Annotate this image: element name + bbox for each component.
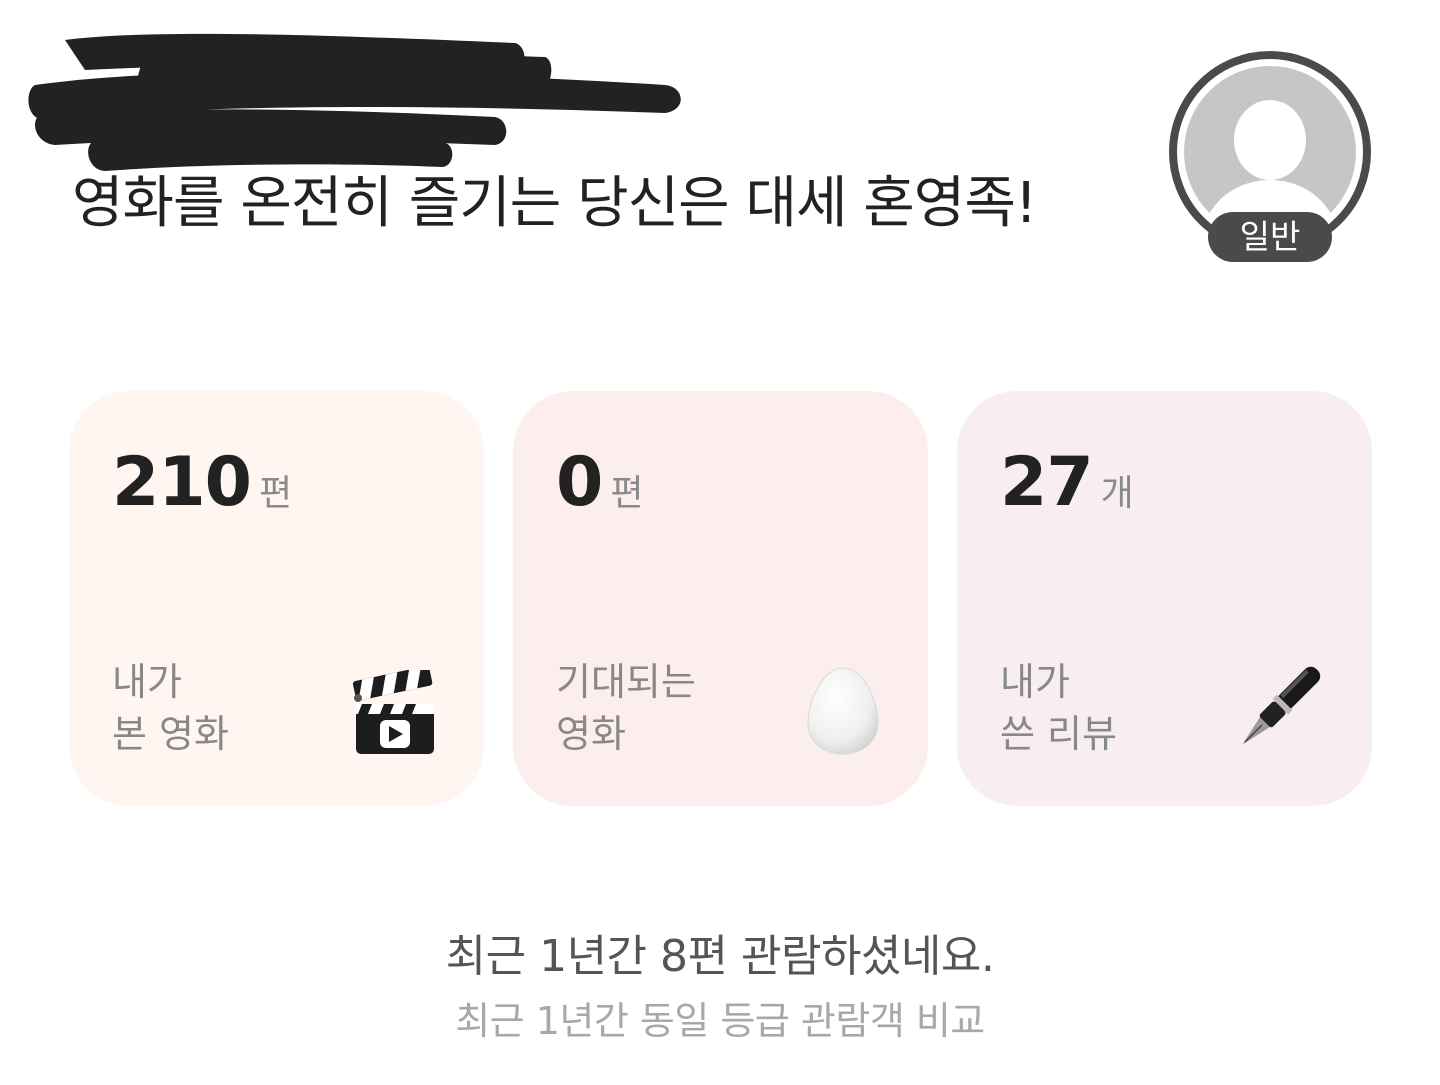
stat-label: 내가 쓴 리뷰 bbox=[1000, 656, 1117, 760]
stat-label-line1: 내가 bbox=[1000, 660, 1070, 704]
stat-label-line1: 내가 bbox=[112, 660, 182, 704]
stat-count-value: 0 bbox=[556, 443, 603, 522]
grade-badge: 일반 bbox=[1208, 212, 1332, 262]
clapperboard-icon bbox=[352, 670, 434, 754]
watch-summary: 최근 1년간 8편 관람하셨네요. bbox=[445, 931, 995, 982]
stat-label-line2: 쓴 리뷰 bbox=[1000, 712, 1117, 756]
stat-card-watched-movies[interactable]: 210 편 내가 본 영화 bbox=[69, 391, 484, 806]
stat-label: 기대되는 영화 bbox=[556, 656, 696, 760]
stat-count: 0편 bbox=[556, 443, 643, 522]
stat-label-line1: 기대되는 bbox=[556, 660, 696, 704]
stat-count-value: 210 bbox=[112, 443, 252, 522]
egg-icon bbox=[807, 667, 879, 755]
fountain-pen-icon bbox=[1242, 666, 1321, 745]
page-headline: 영화를 온전히 즐기는 당신은 대세 혼영족! bbox=[72, 171, 1037, 236]
stat-label-line2: 영화 bbox=[556, 712, 626, 756]
stat-card-expected-movies[interactable]: 0편 기대되는 영화 bbox=[513, 391, 928, 806]
stat-label: 내가 본 영화 bbox=[112, 656, 229, 760]
profile-avatar[interactable]: 일반 bbox=[1168, 50, 1372, 265]
redacted-username bbox=[28, 33, 681, 171]
stat-count-unit: 개 bbox=[1100, 473, 1134, 514]
stat-count: 27 개 bbox=[1000, 443, 1134, 522]
stat-count-unit: 편 bbox=[258, 473, 293, 514]
stat-count-value: 27 bbox=[1000, 443, 1094, 522]
stat-count-unit: 편 bbox=[610, 473, 644, 514]
comparison-link[interactable]: 최근 1년간 동일 등급 관람객 비교 bbox=[0, 990, 1440, 1045]
stat-card-my-reviews[interactable]: 27 개 내가 쓴 리뷰 bbox=[957, 391, 1372, 806]
stat-count: 210 편 bbox=[112, 443, 292, 522]
stat-label-line2: 본 영화 bbox=[112, 712, 229, 756]
